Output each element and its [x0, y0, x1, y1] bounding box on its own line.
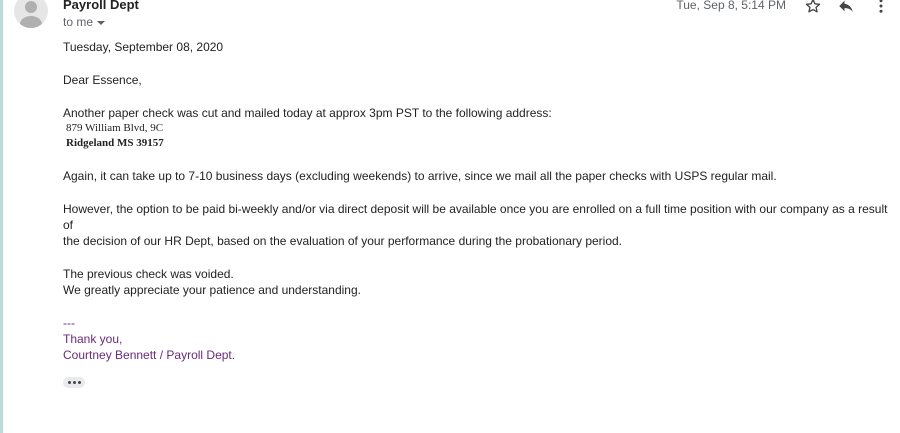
address-line-1: 879 William Blvd, 9C	[66, 122, 164, 134]
email-timestamp: Tue, Sep 8, 5:14 PM	[676, 0, 786, 12]
greeting: Dear Essence,	[63, 73, 142, 87]
paragraph-mailing: Another paper check was cut and mailed t…	[63, 106, 552, 120]
show-trimmed-content-icon[interactable]	[63, 377, 85, 388]
paragraph-delivery: Again, it can take up to 7-10 business d…	[63, 169, 777, 183]
left-accent-bar	[0, 0, 3, 433]
recipient-details[interactable]: to me	[63, 15, 106, 29]
paragraph-payment-option-2: the decision of our HR Dept, based on th…	[63, 234, 623, 248]
chevron-down-icon[interactable]	[97, 21, 106, 25]
reply-icon[interactable]	[834, 0, 858, 18]
paragraph-payment-option-1: However, the option to be paid bi-weekly…	[63, 202, 888, 232]
paragraph-appreciation: We greatly appreciate your patience and …	[63, 283, 361, 297]
sender-name[interactable]: Payroll Dept	[63, 0, 139, 12]
date-line: Tuesday, September 08, 2020	[63, 40, 224, 54]
signature-thanks: Thank you,	[63, 332, 123, 346]
recipient-label: to me	[63, 15, 94, 29]
address-line-2: Ridgeland MS 39157	[66, 137, 164, 149]
more-vert-icon[interactable]	[869, 0, 893, 18]
avatar-icon	[14, 0, 48, 28]
star-icon[interactable]	[801, 0, 825, 18]
signature-name: Courtney Bennett / Payroll Dept.	[63, 348, 236, 362]
signature-separator: ---	[63, 316, 75, 330]
paragraph-voided: The previous check was voided.	[63, 267, 234, 281]
email-body: Tuesday, September 08, 2020 Dear Essence…	[63, 39, 893, 363]
